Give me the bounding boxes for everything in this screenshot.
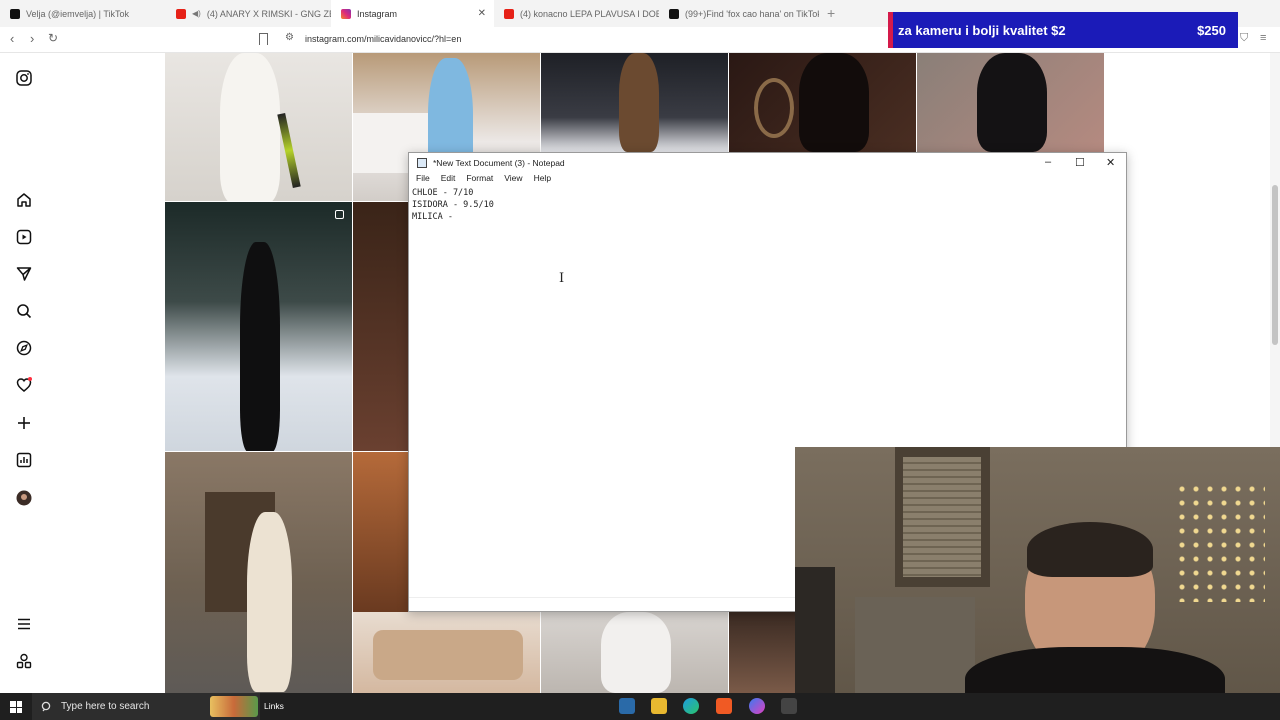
edge-icon[interactable]: [683, 698, 699, 714]
instagram-icon: [341, 8, 351, 19]
text-cursor-icon: I: [559, 271, 565, 286]
meta-apps-icon[interactable]: [16, 653, 32, 669]
post-thumbnail[interactable]: [165, 452, 352, 693]
address-bar[interactable]: instagram.com/milicavidanovicc/?hl=en: [305, 34, 461, 44]
instagram-logo-icon[interactable]: [16, 70, 32, 86]
links-toolbar[interactable]: Links: [264, 701, 284, 711]
post-thumbnail[interactable]: [729, 53, 916, 152]
banner-text: za kameru i bolji kvalitet $2: [898, 22, 1066, 38]
text-editor[interactable]: CHLOE - 7/10 ISIDORA - 9.5/10 MILICA -: [412, 187, 494, 223]
tab-label: (99+)Find 'fox cao hana' on TikTok |: [685, 8, 819, 19]
menu-icon[interactable]: ≡: [1260, 32, 1266, 44]
tab-instagram[interactable]: Instagram ✕: [331, 0, 494, 27]
reels-icon[interactable]: [16, 229, 32, 245]
app-icon[interactable]: [781, 698, 797, 714]
menu-bar: File Edit Format View Help: [409, 173, 1126, 187]
menu-format[interactable]: Format: [466, 173, 493, 187]
search-icon: [41, 701, 51, 711]
menu-help[interactable]: Help: [534, 173, 551, 187]
donation-banner: za kameru i bolji kvalitet $2 $250: [888, 12, 1238, 48]
tab-youtube-konacno[interactable]: (4) konacno LEPA PLAVUSA I DOBRA: [494, 0, 659, 27]
tab-label: Velja (@iemvelja) | TikTok: [26, 8, 130, 19]
post-thumbnail[interactable]: [729, 612, 795, 693]
tab-label: Instagram: [357, 8, 398, 19]
back-icon[interactable]: ‹: [10, 31, 14, 46]
forward-icon[interactable]: ›: [30, 31, 34, 46]
close-tab-icon[interactable]: ✕: [478, 8, 486, 19]
minimize-button[interactable]: –: [1045, 156, 1051, 168]
profile-avatar[interactable]: [16, 490, 32, 506]
post-thumbnail[interactable]: [165, 202, 352, 451]
explore-icon[interactable]: [16, 340, 32, 356]
instagram-sidebar: [0, 53, 165, 693]
search-placeholder: Type here to search: [61, 701, 150, 712]
bookmark-icon[interactable]: [259, 33, 268, 45]
notepad-icon: [417, 158, 427, 168]
text-line: CHLOE - 7/10: [412, 188, 474, 198]
post-thumbnail[interactable]: [541, 53, 728, 152]
speaker-icon[interactable]: ◀): [192, 9, 201, 18]
reload-icon[interactable]: ↻: [48, 31, 58, 45]
tiktok-icon: [10, 8, 20, 19]
window-title: *New Text Document (3) - Notepad: [433, 158, 565, 168]
home-icon[interactable]: [16, 192, 32, 208]
create-icon[interactable]: [16, 415, 32, 431]
site-settings-icon[interactable]: ⚙: [285, 32, 294, 43]
menu-view[interactable]: View: [504, 173, 522, 187]
new-tab-button[interactable]: +: [827, 5, 835, 21]
files-icon[interactable]: [619, 698, 635, 714]
banner-amount: $250: [1197, 22, 1226, 38]
tab-label: (4) konacno LEPA PLAVUSA I DOBRA: [520, 8, 659, 19]
tiktok-icon: [669, 8, 679, 19]
post-thumbnail[interactable]: [353, 202, 409, 451]
windows-start-icon[interactable]: [10, 701, 22, 713]
tab-tiktok-find[interactable]: (99+)Find 'fox cao hana' on TikTok |: [659, 0, 819, 27]
post-thumbnail[interactable]: [353, 612, 540, 693]
messages-icon[interactable]: [16, 266, 32, 282]
tab-tiktok-velja[interactable]: Velja (@iemvelja) | TikTok: [0, 0, 166, 27]
search-icon[interactable]: [16, 303, 32, 319]
text-line: MILICA -: [412, 212, 453, 222]
brave-shield-icon[interactable]: ⛉: [1240, 32, 1248, 45]
tab-label: (4) ANARY X RIMSKI - GNG ZBV: [206, 8, 331, 19]
windows-taskbar: Type here to search Links: [0, 693, 1280, 720]
post-thumbnail[interactable]: [353, 452, 409, 612]
notepad-titlebar[interactable]: *New Text Document (3) - Notepad: [409, 153, 1126, 173]
taskbar-search[interactable]: Type here to search: [32, 693, 260, 720]
dashboard-icon[interactable]: [16, 452, 32, 468]
webcam-overlay: [795, 447, 1280, 720]
menu-edit[interactable]: Edit: [441, 173, 456, 187]
youtube-icon: [504, 8, 514, 19]
notifications-icon[interactable]: [16, 377, 32, 393]
menu-file[interactable]: File: [416, 173, 430, 187]
screen: Velja (@iemvelja) | TikTok ◀) (4) ANARY …: [0, 0, 1280, 720]
brave-icon[interactable]: [716, 698, 732, 714]
maximize-button[interactable]: ☐: [1075, 156, 1085, 169]
scrollbar-thumb[interactable]: [1272, 185, 1278, 345]
file-explorer-icon[interactable]: [651, 698, 667, 714]
carousel-icon: [335, 210, 344, 219]
close-button[interactable]: ✕: [1106, 156, 1115, 169]
post-thumbnail[interactable]: [541, 612, 728, 693]
more-menu-icon[interactable]: [16, 616, 32, 632]
tab-youtube-anary[interactable]: ◀) (4) ANARY X RIMSKI - GNG ZBV: [166, 0, 331, 27]
post-thumbnail[interactable]: [917, 53, 1104, 152]
post-thumbnail[interactable]: [165, 53, 352, 201]
youtube-icon: [176, 8, 186, 19]
search-highlight-image: [210, 696, 258, 717]
text-line: ISIDORA - 9.5/10: [412, 200, 494, 210]
messenger-icon[interactable]: [749, 698, 765, 714]
